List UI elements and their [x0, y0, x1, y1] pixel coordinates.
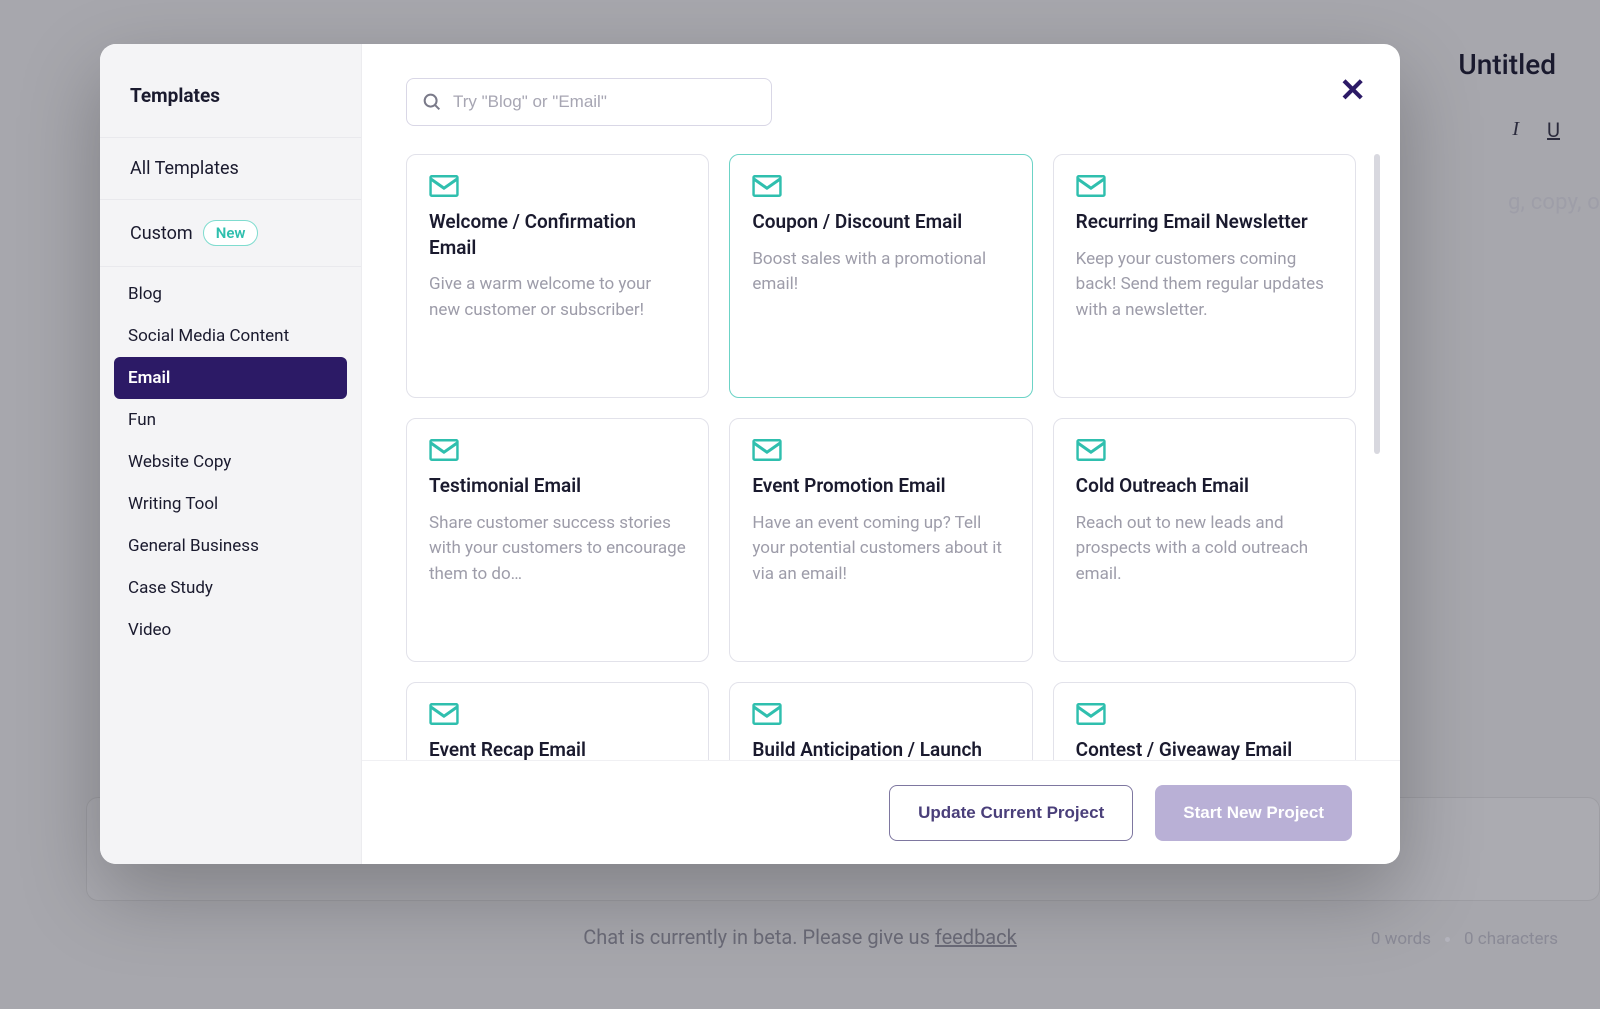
category-item[interactable]: General Business [114, 525, 347, 567]
start-project-button[interactable]: Start New Project [1155, 785, 1352, 841]
word-count-bar: 0 words 0 characters [1371, 929, 1558, 949]
feedback-link[interactable]: feedback [935, 925, 1017, 949]
templates-grid-wrap: Welcome / Confirmation Email Give a warm … [362, 136, 1400, 864]
template-card[interactable]: Coupon / Discount Email Boost sales with … [729, 154, 1032, 398]
category-item[interactable]: Website Copy [114, 441, 347, 483]
beta-text: Chat is currently in beta. Please give u… [583, 925, 935, 949]
card-description: Keep your customers coming back! Send th… [1076, 247, 1333, 324]
template-card[interactable]: Cold Outreach Email Reach out to new lead… [1053, 418, 1356, 662]
card-title: Build Anticipation / Launch [752, 737, 1009, 763]
card-icon [752, 703, 782, 725]
sidebar-custom[interactable]: Custom New [100, 199, 361, 267]
search-input[interactable] [453, 92, 757, 112]
card-title: Recurring Email Newsletter [1076, 209, 1333, 235]
format-toolbar: I U [1512, 118, 1560, 142]
word-count: 0 words [1371, 929, 1431, 949]
category-item[interactable]: Social Media Content [114, 315, 347, 357]
card-icon [1076, 439, 1106, 461]
document-title: Untitled [1458, 48, 1556, 81]
card-title: Testimonial Email [429, 473, 686, 499]
category-item[interactable]: Email [114, 357, 347, 399]
update-project-button[interactable]: Update Current Project [889, 785, 1133, 841]
card-title: Event Promotion Email [752, 473, 1009, 499]
card-description: Share customer success stories with your… [429, 511, 686, 588]
close-icon[interactable]: ✕ [1339, 74, 1366, 106]
envelope-icon [752, 175, 782, 197]
card-description: Boost sales with a promotional email! [752, 247, 1009, 298]
sidebar-item-label: All Templates [130, 158, 239, 179]
card-icon [429, 175, 459, 197]
card-title: Welcome / Confirmation Email [429, 209, 686, 260]
card-icon [1076, 703, 1106, 725]
modal-footer: Update Current Project Start New Project [362, 760, 1400, 864]
beta-notice: Chat is currently in beta. Please give u… [0, 925, 1600, 949]
card-icon [429, 439, 459, 461]
card-description: Give a warm welcome to your new customer… [429, 272, 686, 323]
separator-dot [1445, 937, 1450, 942]
envelope-icon [429, 175, 459, 197]
underline-icon[interactable]: U [1547, 118, 1560, 142]
template-card[interactable]: Welcome / Confirmation Email Give a warm … [406, 154, 709, 398]
template-card[interactable]: Event Promotion Email Have an event comin… [729, 418, 1032, 662]
category-item[interactable]: Video [114, 609, 347, 651]
envelope-icon [429, 703, 459, 725]
category-item[interactable]: Case Study [114, 567, 347, 609]
envelope-icon [1076, 439, 1106, 461]
search-icon [421, 91, 443, 113]
char-count: 0 characters [1464, 929, 1558, 949]
sidebar-item-label: Custom [130, 223, 193, 244]
template-card[interactable]: Recurring Email Newsletter Keep your cust… [1053, 154, 1356, 398]
category-item[interactable]: Blog [114, 273, 347, 315]
card-icon [1076, 175, 1106, 197]
templates-grid-scroll[interactable]: Welcome / Confirmation Email Give a warm … [362, 136, 1400, 864]
italic-icon[interactable]: I [1512, 118, 1519, 142]
sidebar-title: Templates [100, 44, 361, 137]
templates-modal: Templates All Templates Custom New BlogS… [100, 44, 1400, 864]
category-list: BlogSocial Media ContentEmailFunWebsite … [100, 267, 361, 651]
card-icon [429, 703, 459, 725]
templates-main: ✕ Welcome / Confirmation Email Give a war… [362, 44, 1400, 864]
new-badge: New [203, 220, 259, 246]
card-description: Reach out to new leads and prospects wit… [1076, 511, 1333, 588]
template-card[interactable]: Testimonial Email Share customer success … [406, 418, 709, 662]
editor-placeholder-tail: g, copy, o [1508, 190, 1600, 215]
card-icon [752, 175, 782, 197]
card-title: Cold Outreach Email [1076, 473, 1333, 499]
card-title: Event Recap Email [429, 737, 686, 763]
scrollbar[interactable] [1374, 154, 1380, 454]
sidebar-all-templates[interactable]: All Templates [100, 137, 361, 199]
envelope-icon [429, 439, 459, 461]
envelope-icon [1076, 175, 1106, 197]
card-icon [752, 439, 782, 461]
category-item[interactable]: Writing Tool [114, 483, 347, 525]
envelope-icon [752, 439, 782, 461]
card-description: Have an event coming up? Tell your poten… [752, 511, 1009, 588]
envelope-icon [752, 703, 782, 725]
templates-grid: Welcome / Confirmation Email Give a warm … [406, 154, 1356, 864]
card-title: Contest / Giveaway Email [1076, 737, 1333, 763]
envelope-icon [1076, 703, 1106, 725]
templates-toolbar: ✕ [362, 44, 1400, 136]
templates-sidebar: Templates All Templates Custom New BlogS… [100, 44, 362, 864]
card-title: Coupon / Discount Email [752, 209, 1009, 235]
search-box[interactable] [406, 78, 772, 126]
category-item[interactable]: Fun [114, 399, 347, 441]
